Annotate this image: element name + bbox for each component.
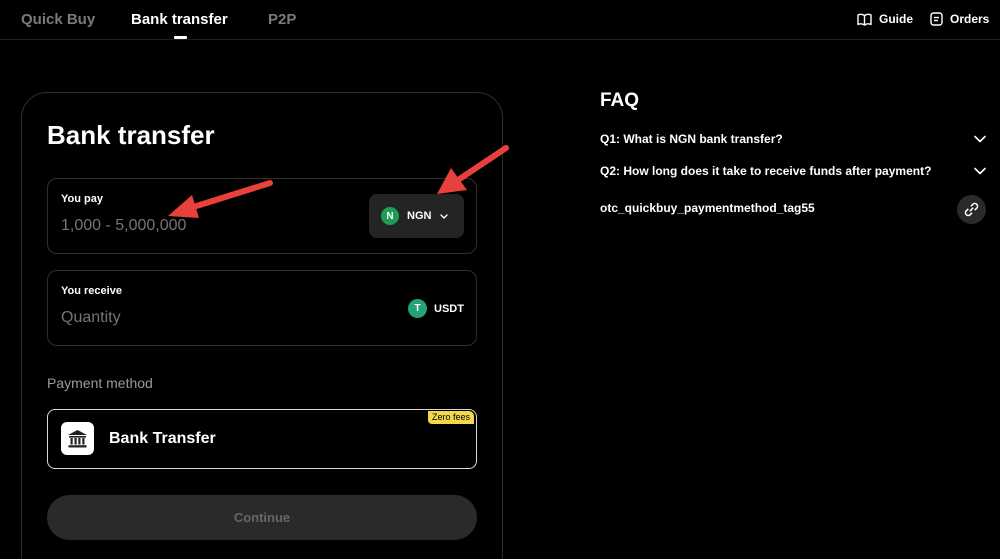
tether-icon: T (408, 299, 427, 318)
payment-method-option[interactable]: Bank Transfer Zero fees (47, 409, 477, 469)
receive-currency: T USDT (408, 299, 464, 318)
chevron-down-icon (974, 167, 986, 175)
tab-bank-transfer[interactable]: Bank transfer (131, 11, 228, 28)
you-receive-label: You receive (61, 285, 122, 297)
currency-select[interactable]: N NGN (369, 194, 464, 238)
you-receive-field[interactable]: You receive T USDT (47, 270, 477, 346)
guide-link[interactable]: Guide (857, 12, 913, 26)
faq-question: Q1: What is NGN bank transfer? (600, 132, 783, 146)
you-pay-label: You pay (61, 193, 103, 205)
chevron-down-icon (974, 135, 986, 143)
amount-input[interactable] (61, 217, 321, 235)
continue-button[interactable]: Continue (47, 495, 477, 540)
faq-title: FAQ (600, 90, 640, 111)
copy-link-button[interactable] (957, 195, 986, 224)
payment-method-name: Bank Transfer (109, 430, 216, 447)
you-pay-field[interactable]: You pay N NGN (47, 178, 477, 254)
orders-label: Orders (950, 12, 990, 26)
payment-method-label: Payment method (47, 375, 153, 391)
tab-quick-buy[interactable]: Quick Buy (21, 11, 95, 28)
quantity-input[interactable] (61, 309, 321, 327)
orders-link[interactable]: Orders (930, 12, 989, 26)
guide-label: Guide (879, 12, 914, 26)
book-icon (857, 13, 872, 26)
link-icon (964, 202, 979, 217)
active-tab-indicator (174, 36, 187, 39)
chevron-down-icon (440, 213, 449, 219)
naira-icon: N (381, 207, 399, 225)
currency-code: NGN (407, 210, 432, 222)
receive-currency-code: USDT (434, 302, 464, 315)
top-nav: Quick Buy Bank transfer P2P Guide Orders (0, 0, 1000, 40)
zero-fees-badge: Zero fees (427, 411, 474, 424)
faq-item-q1[interactable]: Q1: What is NGN bank transfer? (600, 132, 986, 146)
faq-tag-text: otc_quickbuy_paymentmethod_tag55 (600, 201, 815, 215)
faq-item-q2[interactable]: Q2: How long does it take to receive fun… (600, 164, 986, 178)
bank-icon (61, 422, 94, 455)
faq-question: Q2: How long does it take to receive fun… (600, 164, 932, 178)
orders-icon (930, 12, 943, 26)
tab-p2p[interactable]: P2P (268, 11, 296, 28)
page-title: Bank transfer (47, 120, 215, 150)
